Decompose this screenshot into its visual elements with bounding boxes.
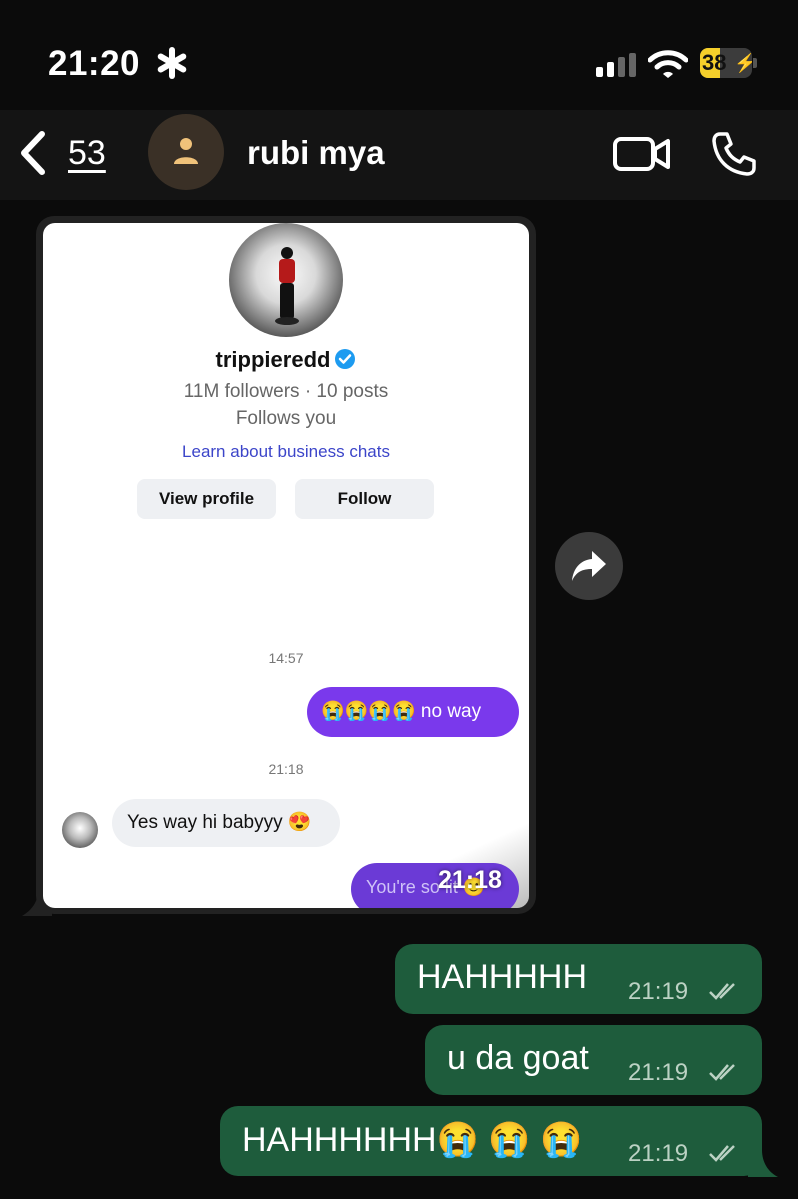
bubble-tail [748, 1150, 778, 1177]
message-time: 21:19 [628, 1059, 689, 1086]
asterisk-icon [157, 47, 187, 79]
chevron-left-icon[interactable] [18, 130, 48, 176]
outgoing-message[interactable]: HAHHHHH 21:19 [395, 944, 762, 1014]
profile-picture [229, 223, 343, 337]
phone-icon[interactable] [710, 130, 758, 178]
profile-username: trippieredd [43, 347, 529, 373]
read-receipt-icon [709, 1064, 735, 1081]
status-bar: 21:20 38 ⚡ [0, 0, 798, 110]
profile-stats: 11M followers · 10 posts [183, 381, 389, 402]
read-receipt-icon [709, 1145, 735, 1162]
screenshot-timestamp: 14:57 [268, 650, 304, 666]
follows-you-label: Follows you [235, 408, 337, 429]
message-text: HAHHHHH [417, 958, 587, 996]
wifi-icon [648, 50, 688, 78]
screenshot-sent-message: 😭😭😭😭 no way [307, 687, 519, 737]
screenshot-timestamp: 21:18 [268, 761, 304, 777]
back-unread-count[interactable]: 53 [68, 134, 106, 173]
outgoing-message[interactable]: u da goat 21:19 [425, 1025, 762, 1095]
message-text: u da goat [447, 1039, 589, 1077]
contact-name[interactable]: rubi mya [247, 134, 385, 172]
video-camera-icon[interactable] [612, 134, 672, 174]
screenshot-avatar [62, 812, 98, 848]
cellular-signal-icon [596, 53, 636, 77]
message-time: 21:19 [628, 978, 689, 1005]
view-profile-button: View profile [137, 479, 276, 519]
shared-screenshot[interactable]: trippieredd 11M followers · 10 posts Fol… [43, 223, 529, 908]
message-time: 21:19 [628, 1140, 689, 1167]
verified-badge-icon [335, 349, 356, 369]
crying-emoji: 😭 😭 😭 [436, 1121, 583, 1159]
person-icon [174, 138, 198, 164]
outgoing-message[interactable]: HAHHHHHH😭 😭 😭 21:19 [220, 1106, 762, 1176]
image-message-time: 21:18 [438, 866, 502, 894]
contact-avatar[interactable] [148, 114, 224, 190]
forward-arrow-icon [572, 551, 606, 581]
learn-business-chats-link: Learn about business chats [182, 442, 390, 461]
status-time: 21:20 [48, 44, 141, 83]
battery-indicator: 38 ⚡ [700, 48, 758, 78]
read-receipt-icon [709, 983, 735, 1000]
forward-button[interactable] [555, 532, 623, 600]
charging-bolt-icon: ⚡ [734, 53, 752, 73]
message-text: HAHHHHHH😭 😭 😭 [242, 1121, 583, 1159]
battery-level: 38 [702, 50, 727, 75]
follow-button: Follow [295, 479, 434, 519]
chat-header: 53 rubi mya [0, 110, 798, 200]
